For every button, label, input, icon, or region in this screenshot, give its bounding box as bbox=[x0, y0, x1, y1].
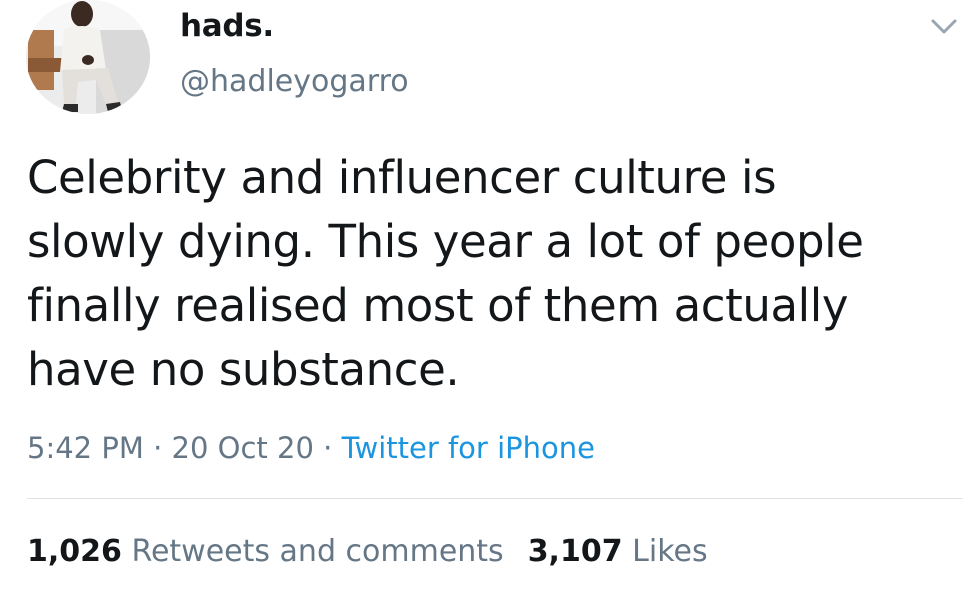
tweet-date[interactable]: 20 Oct 20 bbox=[172, 431, 314, 465]
tweet-source-link[interactable]: Twitter for iPhone bbox=[342, 431, 595, 465]
user-handle[interactable]: @hadleyogarro bbox=[180, 62, 409, 102]
engagement-stats: 1,026 Retweets and comments 3,107 Likes bbox=[27, 530, 708, 574]
tweet-time[interactable]: 5:42 PM bbox=[27, 431, 144, 465]
separator: · bbox=[323, 431, 333, 465]
retweets-label: Retweets and comments bbox=[131, 534, 504, 569]
avatar[interactable] bbox=[26, 0, 150, 114]
tweet-text: Celebrity and influencer culture is slow… bbox=[27, 151, 864, 396]
likes-count: 3,107 bbox=[527, 534, 623, 569]
avatar-photo bbox=[26, 0, 150, 114]
retweets-count: 1,026 bbox=[27, 534, 122, 569]
separator: · bbox=[153, 431, 163, 465]
display-name[interactable]: hads. bbox=[180, 6, 274, 46]
retweets-stat[interactable]: 1,026 Retweets and comments bbox=[27, 534, 504, 569]
likes-stat[interactable]: 3,107 Likes bbox=[528, 534, 708, 569]
divider bbox=[27, 498, 963, 499]
chevron-down-icon[interactable] bbox=[930, 14, 958, 38]
tweet-metadata: 5:42 PM · 20 Oct 20 · Twitter for iPhone bbox=[27, 426, 595, 470]
likes-label: Likes bbox=[632, 534, 708, 569]
